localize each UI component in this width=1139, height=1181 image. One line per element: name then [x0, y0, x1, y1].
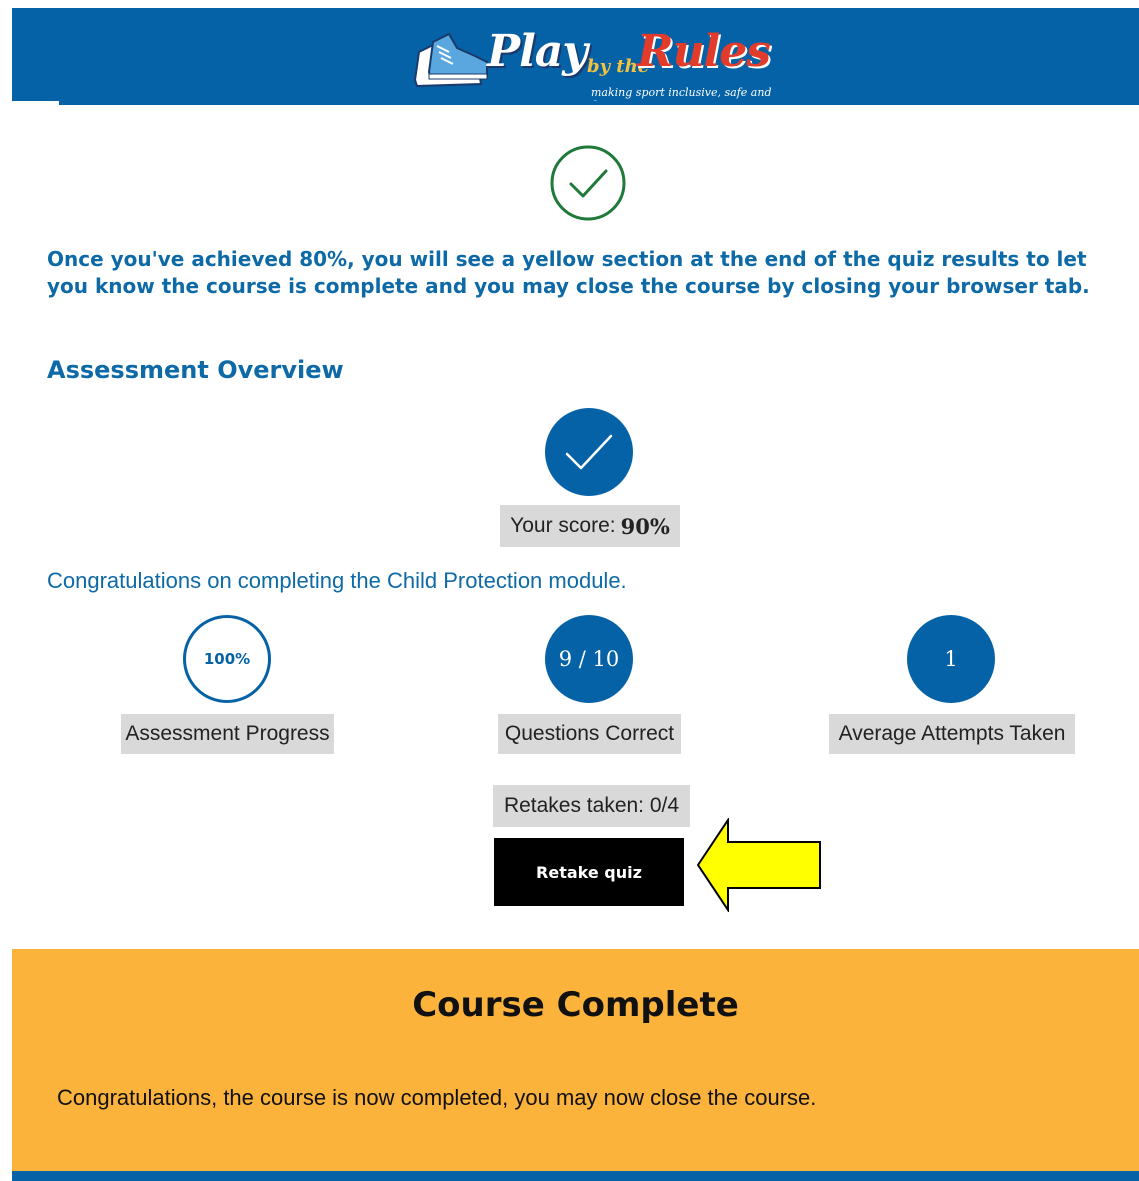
header-banner: Play by the Rules making sport inclusive…	[12, 8, 1139, 112]
play-by-the-rules-logo: Play by the Rules making sport inclusive…	[409, 20, 789, 112]
sneakers-icon	[413, 32, 488, 88]
questions-correct-label: Questions Correct	[498, 714, 681, 754]
retake-quiz-button[interactable]: Retake quiz	[494, 838, 684, 906]
header-divider	[12, 101, 1139, 108]
questions-correct-circle: 9 / 10	[545, 615, 633, 703]
check-circle-outline-icon	[550, 145, 626, 221]
retakes-count: Retakes taken: 0/4	[493, 785, 690, 827]
check-circle-filled-icon	[565, 434, 613, 470]
module-congrats-text: Congratulations on completing the Child …	[47, 568, 627, 593]
footer-bar	[12, 1171, 1139, 1181]
average-attempts-value: 1	[944, 647, 958, 671]
logo-tagline: making sport inclusive, safe and fair.	[591, 86, 772, 112]
assessment-progress-circle: 100%	[183, 615, 271, 703]
intro-instructions: Once you've achieved 80%, you will see a…	[47, 247, 1090, 298]
assessment-overview-title: Assessment Overview	[47, 356, 344, 384]
course-complete-title: Course Complete	[412, 985, 739, 1025]
course-complete-message: Congratulations, the course is now compl…	[57, 1085, 817, 1110]
score-check-badge	[545, 408, 633, 496]
logo-word-rules: Rules	[637, 26, 771, 77]
assessment-progress-value: 100%	[203, 650, 251, 668]
average-attempts-label: Average Attempts Taken	[829, 714, 1075, 754]
course-complete-section: Course Complete Congratulations, the cou…	[12, 949, 1139, 1171]
arrow-left-icon	[696, 818, 821, 912]
score-value: 90%	[620, 513, 670, 539]
average-attempts-circle: 1	[907, 615, 995, 703]
assessment-progress-label: Assessment Progress	[121, 714, 334, 754]
score-summary: Your score: 90%	[500, 505, 680, 547]
logo-word-play: Play	[487, 26, 588, 77]
score-label: Your score:	[510, 514, 616, 537]
questions-correct-value: 9 / 10	[558, 647, 620, 671]
